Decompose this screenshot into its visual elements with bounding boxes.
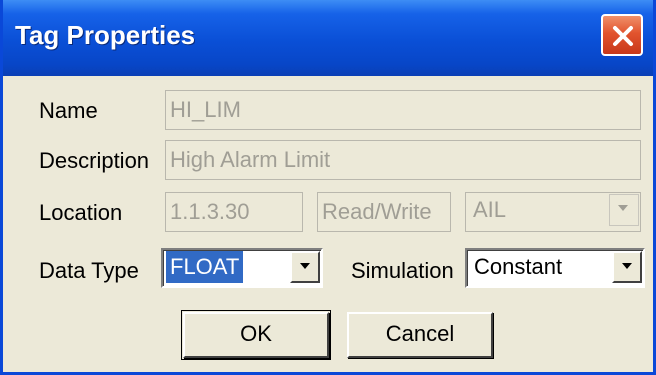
title-bar[interactable]: Tag Properties [3, 0, 653, 76]
dialog-title: Tag Properties [15, 20, 196, 50]
name-field[interactable]: HI_LIM [165, 90, 641, 130]
close-button[interactable] [601, 14, 643, 56]
simulation-value: Constant [474, 254, 563, 279]
location-address-field[interactable]: 1.1.3.30 [165, 192, 303, 232]
chevron-down-icon [622, 263, 632, 269]
data-type-label: Data Type [39, 258, 139, 283]
data-type-dropdown-button[interactable] [290, 251, 320, 283]
simulation-dropdown-button[interactable] [612, 251, 642, 283]
simulation-select[interactable]: Constant [465, 248, 645, 288]
cancel-button[interactable]: Cancel [347, 312, 493, 358]
dialog-body: Name HI_LIM Description High Alarm Limit… [3, 76, 653, 372]
chevron-down-icon [300, 263, 310, 269]
data-type-value: FLOAT [166, 251, 244, 283]
location-label: Location [39, 200, 123, 225]
description-label: Description [39, 148, 150, 173]
description-field[interactable]: High Alarm Limit [165, 140, 641, 180]
tag-properties-dialog: Tag Properties Name HI_LIM Description H… [0, 0, 656, 375]
location-type-value: AIL [473, 197, 507, 222]
chevron-down-icon [618, 205, 628, 211]
location-access-field[interactable]: Read/Write [317, 192, 451, 232]
ok-button[interactable]: OK [181, 310, 331, 360]
location-type-dropdown-button[interactable] [609, 194, 639, 226]
simulation-label: Simulation [351, 258, 454, 283]
name-label: Name [39, 98, 98, 123]
close-icon [613, 26, 633, 46]
data-type-select[interactable]: FLOAT [161, 248, 323, 288]
location-type-select[interactable]: AIL [465, 192, 641, 232]
